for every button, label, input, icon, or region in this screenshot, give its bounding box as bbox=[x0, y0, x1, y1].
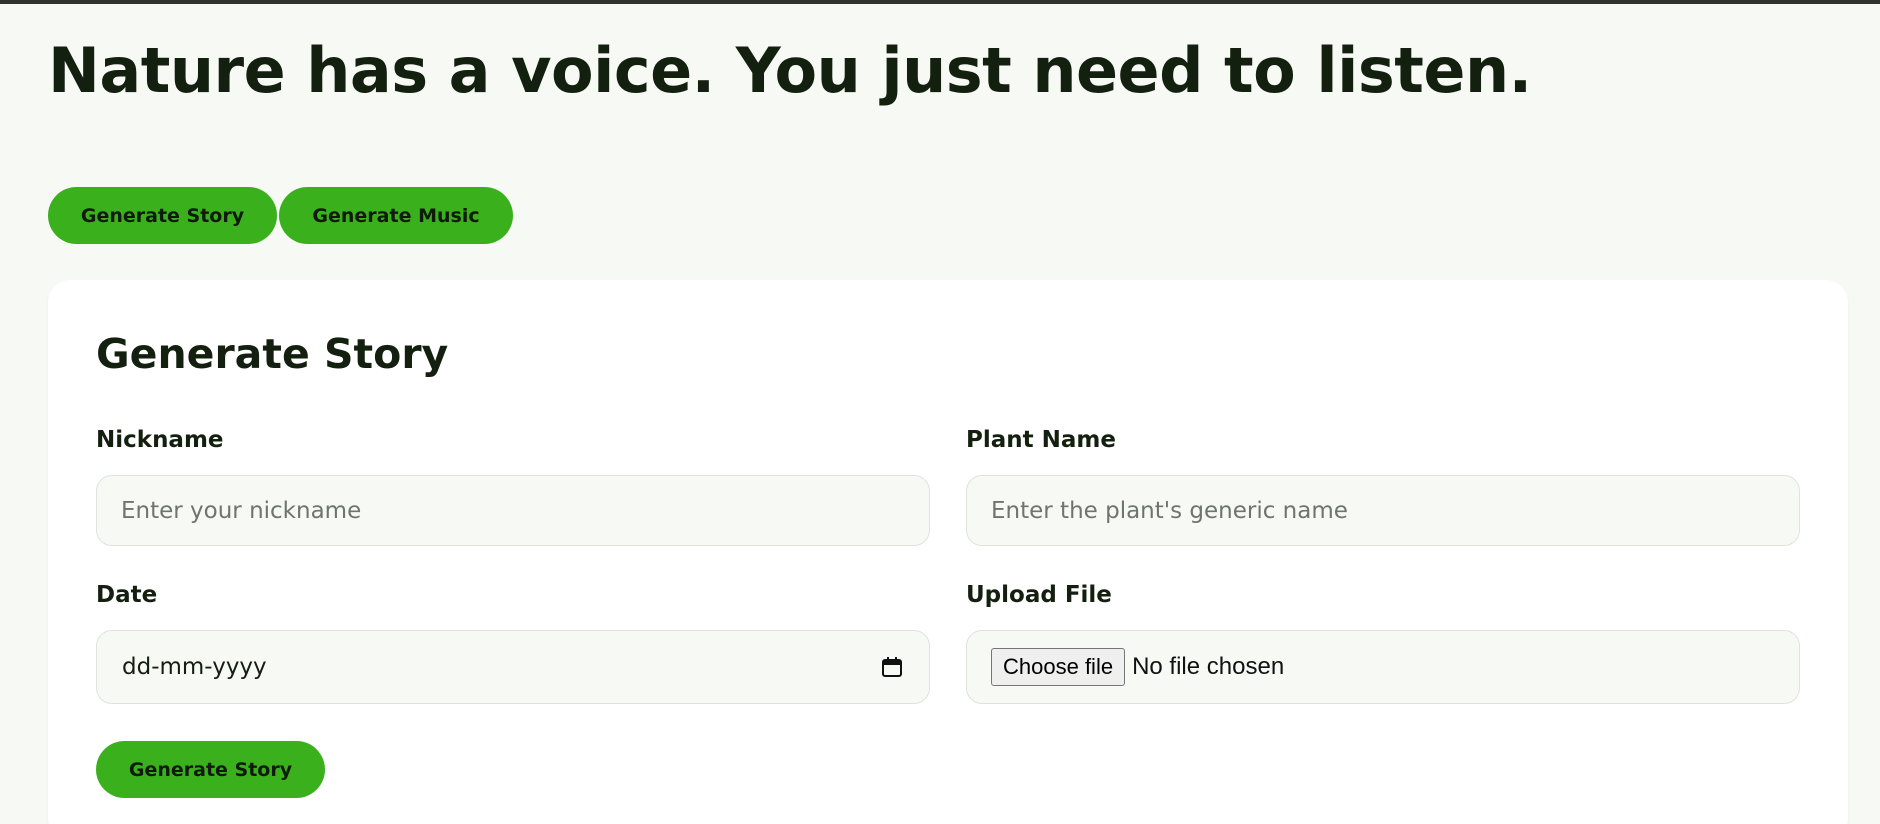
generate-story-card: Generate Story Nickname Plant Name Date … bbox=[48, 280, 1848, 824]
tab-generate-story[interactable]: Generate Story bbox=[48, 187, 277, 244]
plant-name-label: Plant Name bbox=[966, 427, 1116, 453]
generate-story-submit-button[interactable]: Generate Story bbox=[96, 741, 325, 798]
date-input[interactable]: dd-mm-yyyy bbox=[96, 630, 930, 704]
top-border bbox=[0, 0, 1880, 4]
plant-name-field-wrapper bbox=[966, 475, 1800, 546]
calendar-icon[interactable] bbox=[881, 656, 903, 678]
plant-name-input[interactable] bbox=[967, 476, 1799, 545]
page-title: Nature has a voice. You just need to lis… bbox=[48, 34, 1532, 107]
nickname-label: Nickname bbox=[96, 427, 224, 453]
form-title: Generate Story bbox=[96, 330, 449, 378]
file-status-text: No file chosen bbox=[1132, 653, 1285, 680]
tab-bar: Generate Story Generate Music bbox=[48, 187, 513, 244]
nickname-input[interactable] bbox=[97, 476, 929, 545]
nickname-field-wrapper bbox=[96, 475, 930, 546]
date-value: dd-mm-yyyy bbox=[122, 654, 267, 680]
upload-file-field: Choose file No file chosen bbox=[966, 630, 1800, 704]
tab-generate-music[interactable]: Generate Music bbox=[279, 187, 513, 244]
upload-file-label: Upload File bbox=[966, 582, 1112, 608]
choose-file-button[interactable]: Choose file bbox=[991, 648, 1126, 686]
date-label: Date bbox=[96, 582, 158, 608]
